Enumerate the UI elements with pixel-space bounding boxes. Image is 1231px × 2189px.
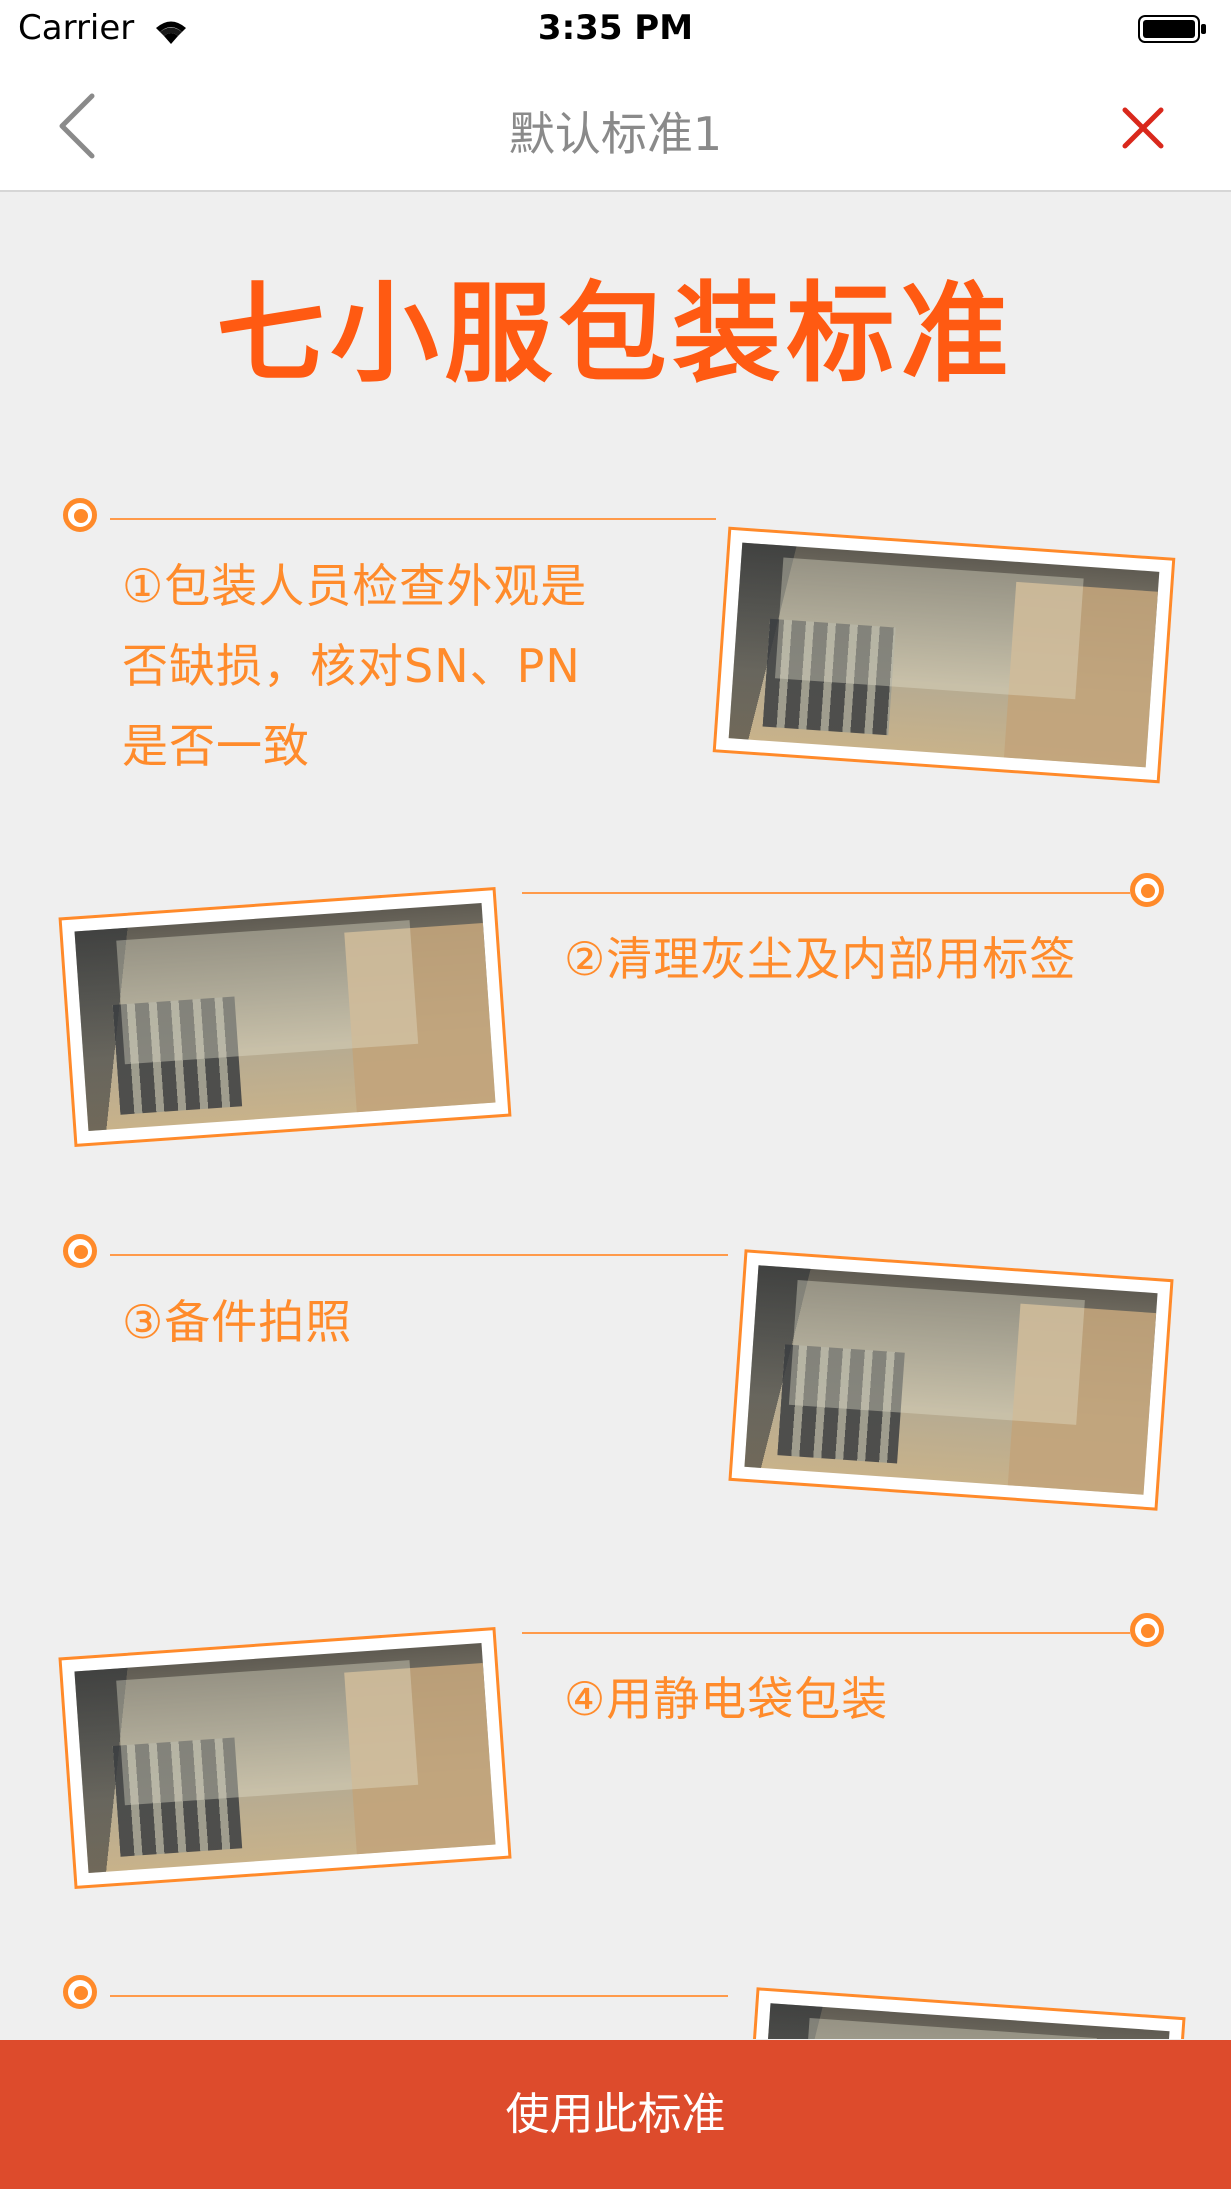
step-marker-dot bbox=[1130, 1613, 1164, 1647]
step-1-line-2: 否缺损，核对SN、PN bbox=[122, 639, 581, 693]
step-divider-line bbox=[522, 892, 1130, 894]
step-divider-line bbox=[522, 1632, 1130, 1634]
battery-icon bbox=[1138, 15, 1206, 43]
step-1-text: ①包装人员检查外观是 否缺损，核对SN、PN 是否一致 bbox=[122, 546, 587, 786]
standard-title: 七小服包装标准 bbox=[216, 272, 1015, 397]
step-marker-dot bbox=[1130, 873, 1164, 907]
step-marker-dot bbox=[63, 498, 97, 532]
step-2-line-1: ②清理灰尘及内部用标签 bbox=[564, 932, 1077, 986]
packaging-standard-content[interactable]: 七小服包装标准 ①包装人员检查外观是 否缺损，核对SN、PN 是否一致 ②清理灰… bbox=[0, 192, 1231, 2039]
navigation-bar: 默认标准1 bbox=[0, 62, 1231, 192]
step-3-text: ③备件拍照 bbox=[122, 1282, 352, 1362]
step-divider-line bbox=[110, 1254, 728, 1256]
step-3-photo bbox=[728, 1249, 1174, 1511]
step-1-line-1: ①包装人员检查外观是 bbox=[122, 559, 588, 613]
step-4-photo bbox=[58, 1627, 512, 1889]
close-icon[interactable] bbox=[1115, 100, 1171, 156]
step-2-text: ②清理灰尘及内部用标签 bbox=[564, 919, 1076, 999]
step-4-line-1: ④用静电袋包装 bbox=[564, 1672, 889, 1726]
step-marker-dot bbox=[63, 1234, 97, 1268]
step-4-text: ④用静电袋包装 bbox=[564, 1659, 888, 1739]
step-divider-line bbox=[110, 518, 716, 520]
step-1-photo bbox=[712, 526, 1176, 784]
status-bar: Carrier 3:35 PM bbox=[0, 0, 1231, 62]
step-1-line-3: 是否一致 bbox=[122, 719, 310, 773]
step-divider-line bbox=[110, 1995, 728, 1997]
use-this-standard-button[interactable]: 使用此标准 bbox=[0, 2040, 1231, 2189]
page-title: 默认标准1 bbox=[508, 107, 723, 161]
clock: 3:35 PM bbox=[537, 8, 694, 48]
step-5-photo bbox=[740, 1987, 1186, 2039]
step-2-photo bbox=[58, 887, 512, 1147]
step-marker-dot bbox=[63, 1975, 97, 2009]
step-3-line-1: ③备件拍照 bbox=[122, 1295, 353, 1349]
